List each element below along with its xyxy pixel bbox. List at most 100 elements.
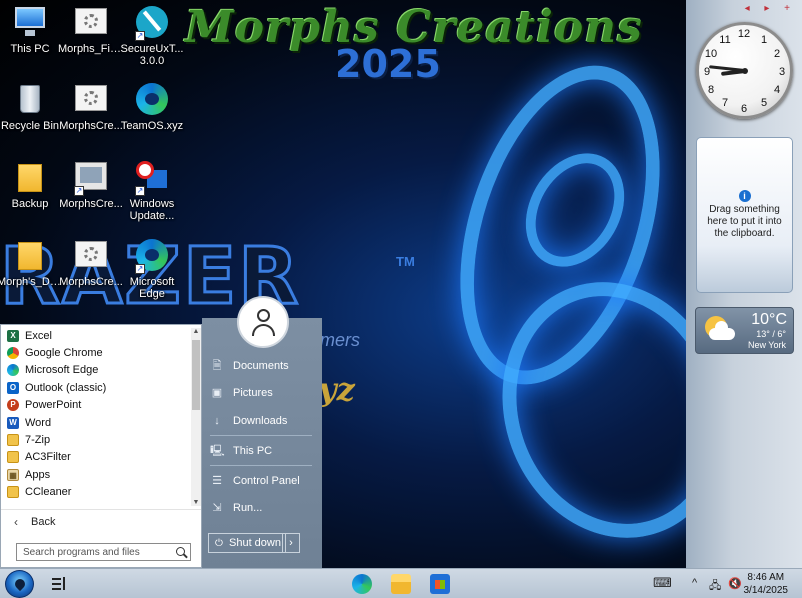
- start-menu-programs-pane: X Excel Google Chrome Microsoft Edge O Out…: [0, 324, 202, 568]
- document-icon: 🗎: [212, 360, 222, 372]
- desktop-icon-morphscre-2[interactable]: ↗ MorphsCre...: [58, 160, 124, 210]
- shortcut-arrow-icon: ↗: [135, 31, 145, 41]
- scrollbar-thumb[interactable]: [192, 340, 200, 410]
- powerpoint-icon: P: [7, 399, 19, 412]
- program-chrome[interactable]: Google Chrome: [4, 344, 189, 361]
- program-list-scrollbar[interactable]: ▲ ▼: [191, 328, 201, 506]
- program-ccleaner[interactable]: CCleaner: [4, 484, 189, 501]
- shortcut-arrow-icon: ↗: [135, 186, 145, 196]
- wallpaper-yz: yz: [318, 370, 355, 408]
- scroll-down-icon[interactable]: ▼: [191, 499, 201, 506]
- task-view-icon[interactable]: [52, 577, 66, 591]
- edge-icon: [135, 82, 169, 116]
- place-control-panel[interactable]: ☰ Control Panel: [210, 470, 316, 492]
- brush-app-icon: ↗: [135, 5, 169, 41]
- folder-icon: [13, 238, 47, 272]
- clipboard-gadget[interactable]: i Drag something here to put it into the…: [696, 137, 793, 293]
- shutdown-button[interactable]: ⏻ Shut down: [208, 533, 286, 553]
- shortcut-arrow-icon: ↗: [74, 186, 84, 196]
- program-list: X Excel Google Chrome Microsoft Edge O Out…: [4, 327, 189, 501]
- program-powerpoint[interactable]: P PowerPoint: [4, 397, 189, 414]
- clock-gadget[interactable]: 12 1 2 3 4 5 6 7 8 9 10 11: [696, 22, 793, 119]
- edge-icon: [7, 364, 19, 377]
- wallpaper-trademark: TM: [396, 254, 415, 269]
- folder-icon: [7, 434, 19, 447]
- taskbar-date: 3/14/2025: [743, 585, 789, 596]
- desktop-icon-microsoft-edge[interactable]: ↗ Microsoft Edge: [119, 238, 185, 300]
- taskbar-file-explorer-icon[interactable]: [391, 574, 411, 594]
- search-icon[interactable]: [176, 547, 185, 556]
- keyboard-icon[interactable]: ⌨: [653, 575, 672, 591]
- wallpaper-tagline: mers: [320, 330, 360, 350]
- taskbar-clock[interactable]: 8:46 AM 3/14/2025: [744, 571, 789, 597]
- chevron-up-icon[interactable]: ^: [692, 577, 697, 589]
- desktop-icon-morphscre-1[interactable]: MorphsCre...: [58, 82, 124, 132]
- run-icon: ⇲: [212, 502, 222, 514]
- power-icon: ⏻: [215, 537, 223, 549]
- desktop-icon-morphscre-3[interactable]: MorphsCre...: [58, 238, 124, 288]
- settings-file-icon: [74, 82, 108, 116]
- weather-city: New York: [747, 340, 786, 350]
- gadget-sidebar: ◂ ▸ + 12 1 2 3 4 5 6 7 8 9 10 11 i Drag …: [686, 0, 802, 568]
- sidebar-controls[interactable]: ◂ ▸ +: [745, 3, 796, 14]
- network-icon[interactable]: 🖧: [709, 577, 721, 596]
- user-avatar[interactable]: [237, 296, 289, 348]
- desktop-icon-recycle-bin[interactable]: Recycle Bin: [0, 82, 63, 132]
- search-input[interactable]: [16, 543, 191, 561]
- info-icon: i: [738, 190, 751, 202]
- place-downloads[interactable]: ↓ Downloads: [210, 410, 316, 432]
- taskbar-time: 8:46 AM: [747, 572, 785, 583]
- computer-icon: 🖳: [210, 445, 225, 457]
- back-button[interactable]: ‹ Back: [1, 509, 201, 533]
- chevron-left-icon: ‹: [14, 514, 18, 529]
- blocked-update-icon: ↗: [135, 160, 169, 196]
- settings-file-icon: [74, 5, 108, 39]
- place-documents[interactable]: 🗎 Documents: [210, 355, 316, 377]
- excel-icon: X: [7, 329, 19, 342]
- weather-hilo: 13° / 6°: [756, 329, 786, 339]
- recycle-bin-icon: [13, 82, 47, 116]
- desktop-icon-secureuxtheme[interactable]: ↗ SecureUxT... 3.0.0: [119, 5, 185, 67]
- taskbar: ⌨ ^ 🖧 🔇 8:46 AM 3/14/2025: [0, 568, 802, 598]
- place-pictures[interactable]: ▣ Pictures: [210, 382, 316, 404]
- program-7zip[interactable]: 7-Zip: [4, 431, 189, 448]
- places-divider: [210, 465, 312, 466]
- desktop-icon-this-pc[interactable]: This PC: [0, 5, 63, 55]
- program-word[interactable]: W Word: [4, 414, 189, 431]
- program-outlook[interactable]: O Outlook (classic): [4, 379, 189, 396]
- shutdown-options-button[interactable]: ›: [282, 533, 300, 553]
- clock-center: [742, 68, 748, 74]
- place-this-pc[interactable]: 🖳 This PC: [210, 440, 316, 462]
- weather-gadget[interactable]: 10°C 13° / 6° New York: [695, 307, 794, 354]
- download-icon: ↓: [214, 415, 220, 427]
- edge-icon: ↗: [135, 238, 169, 274]
- shortcut-arrow-icon: ↗: [135, 264, 145, 274]
- place-run[interactable]: ⇲ Run...: [210, 497, 316, 519]
- folder-icon: [7, 486, 19, 499]
- desktop-icon-morphs-fire[interactable]: Morphs_Fire...: [58, 5, 124, 55]
- control-panel-icon: ☰: [212, 475, 222, 487]
- settings-file-icon: [74, 238, 108, 272]
- volume-muted-icon[interactable]: 🔇: [728, 577, 742, 590]
- program-excel[interactable]: X Excel: [4, 327, 189, 344]
- scroll-up-icon[interactable]: ▲: [191, 328, 201, 335]
- desktop-icon-morphs-de[interactable]: Morph's_De...: [0, 238, 63, 288]
- program-edge[interactable]: Microsoft Edge: [4, 362, 189, 379]
- chrome-icon: [7, 347, 19, 360]
- picture-icon: ▣: [211, 387, 223, 399]
- taskbar-store-icon[interactable]: [430, 574, 450, 594]
- desktop-icon-windows-update[interactable]: ↗ Windows Update...: [119, 160, 185, 222]
- user-icon: [257, 309, 270, 322]
- start-button[interactable]: [5, 570, 34, 598]
- desktop-icon-teamos[interactable]: TeamOS.xyz: [119, 82, 185, 132]
- program-ac3filter[interactable]: AC3Filter: [4, 449, 189, 466]
- desktop-icon-backup[interactable]: Backup: [0, 160, 63, 210]
- weather-temp: 10°C: [751, 311, 787, 328]
- taskbar-edge-icon[interactable]: [352, 574, 372, 594]
- app-shortcut-icon: ↗: [74, 160, 108, 196]
- program-apps[interactable]: ▦ Apps: [4, 466, 189, 483]
- cloud-icon: [709, 321, 735, 340]
- wallpaper-year: 2025: [335, 42, 441, 86]
- word-icon: W: [7, 416, 19, 429]
- clipboard-text: Drag something here to put it into the c…: [707, 204, 782, 239]
